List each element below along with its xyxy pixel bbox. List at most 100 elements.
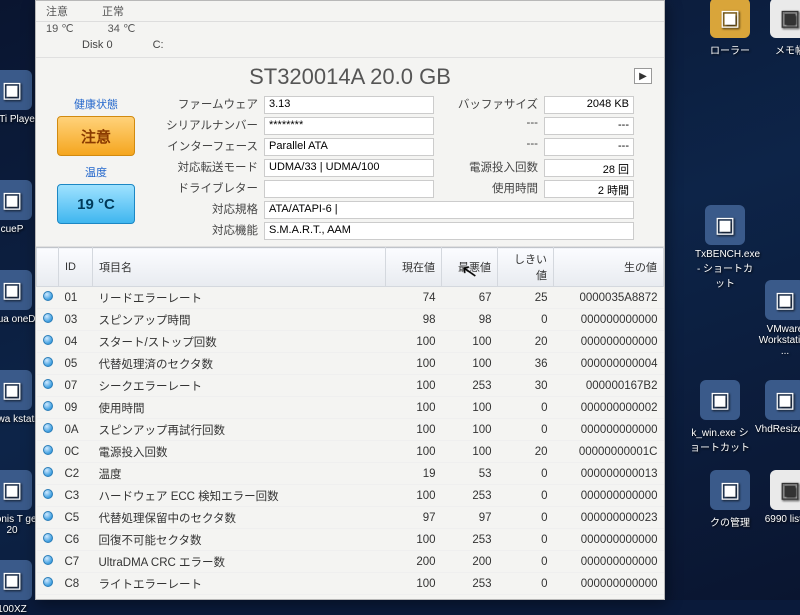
attr-current: 100 (386, 353, 442, 375)
col-raw[interactable]: 生の値 (554, 248, 664, 287)
serial-label: シリアルナンバー (154, 117, 264, 135)
table-row[interactable]: 05代替処理済のセクタ数10010036000000000004 (37, 353, 664, 375)
desktop-icon[interactable]: ▣6990 list.txt (760, 470, 800, 525)
status-dot (37, 507, 59, 529)
attr-threshold: 25 (498, 287, 554, 309)
icon-label: VhdResizerSet... (755, 424, 800, 435)
table-row[interactable]: 04スタート/ストップ回数10010020000000000000 (37, 331, 664, 353)
desktop-icon[interactable]: ▣メモ帳 (760, 0, 800, 57)
status-dot (37, 419, 59, 441)
icon-label: クの管理 (700, 514, 760, 529)
attr-threshold: 0 (498, 507, 554, 529)
status-dot (37, 397, 59, 419)
attr-name: 電源投入回数 (93, 441, 386, 463)
table-row[interactable]: 01リードエラーレート7467250000035A8872 (37, 287, 664, 309)
attr-current: 100 (386, 573, 442, 595)
table-row[interactable]: 0C電源投入回数1001002000000000001C (37, 441, 664, 463)
dash2-label: --- (434, 138, 544, 156)
attr-threshold: 20 (498, 441, 554, 463)
desktop-icon[interactable]: ▣ k_win.exe ショートカット (690, 380, 750, 454)
status-dot (37, 463, 59, 485)
table-row[interactable]: CAデータアドレスマークエラー1002530000000000000 (37, 595, 664, 600)
attr-current: 100 (386, 331, 442, 353)
status-dot (37, 551, 59, 573)
icon-label: 6990 list.txt (760, 514, 800, 525)
attr-id: C8 (59, 573, 93, 595)
icon-label: k_win.exe ショートカット (690, 424, 750, 454)
smart-attributes-table[interactable]: ID 項目名 現在値 最悪値 しきい値 生の値 01リードエラーレート74672… (36, 247, 664, 599)
col-blank[interactable] (37, 248, 59, 287)
table-row[interactable]: C2温度19530000000000013 (37, 463, 664, 485)
attr-current: 100 (386, 375, 442, 397)
health-status-box[interactable]: 注意 (57, 116, 135, 156)
attr-current: 100 (386, 419, 442, 441)
table-row[interactable]: C5代替処理保留中のセクタ数97970000000000023 (37, 507, 664, 529)
attr-worst: 100 (442, 397, 498, 419)
temperature-box[interactable]: 19 °C (57, 184, 135, 224)
status-ok: 正常 (102, 3, 124, 19)
desktop-icon[interactable]: ▣ VhdResizerSet... (755, 380, 800, 435)
table-row[interactable]: C7UltraDMA CRC エラー数2002000000000000000 (37, 551, 664, 573)
attr-raw: 00000000001C (554, 441, 664, 463)
col-name[interactable]: 項目名 (93, 248, 386, 287)
desktop-icon[interactable]: ▣TxBENCH.exe - ショートカット (695, 205, 755, 290)
attr-worst: 100 (442, 353, 498, 375)
attr-threshold: 0 (498, 463, 554, 485)
icon-label: ローラー (700, 42, 760, 57)
attr-raw: 000000000000 (554, 331, 664, 353)
desktop-icon[interactable]: ▣クの管理 (700, 470, 760, 529)
disk-info-window: 注意 正常 19 ℃ 34 ℃ Disk 0 C: ST320014A 20.0… (35, 0, 665, 600)
table-row[interactable]: C3ハードウェア ECC 検知エラー回数1002530000000000000 (37, 485, 664, 507)
col-id[interactable]: ID (59, 248, 93, 287)
file-icon: ▣ (700, 380, 740, 420)
drive-letter-value (264, 180, 434, 198)
col-threshold[interactable]: しきい値 (498, 248, 554, 287)
attr-raw: 0000035A8872 (554, 287, 664, 309)
table-row[interactable]: C8ライトエラーレート1002530000000000000 (37, 573, 664, 595)
drive-model-title: ST320014A 20.0 GB ▶ (36, 58, 664, 92)
play-button[interactable]: ▶ (634, 68, 652, 84)
attr-worst: 200 (442, 551, 498, 573)
file-icon: ▣ (765, 280, 800, 320)
table-row[interactable]: 0Aスピンアップ再試行回数1001000000000000000 (37, 419, 664, 441)
firmware-value: 3.13 (264, 96, 434, 114)
file-icon: ▣ (0, 470, 32, 510)
desktop-icon[interactable]: ▣ ローラー (700, 0, 760, 57)
spec-grid: ファームウェア 3.13 バッファサイズ 2048 KB シリアルナンバー **… (154, 96, 654, 240)
icon-label: メモ帳 (760, 42, 800, 57)
icon-label: 100XZ (0, 604, 42, 615)
file-icon: ▣ (765, 380, 800, 420)
attr-current: 97 (386, 507, 442, 529)
attr-worst: 100 (442, 441, 498, 463)
table-row[interactable]: 09使用時間1001000000000000002 (37, 397, 664, 419)
attr-id: 03 (59, 309, 93, 331)
attr-worst: 100 (442, 331, 498, 353)
poweron-label: 電源投入回数 (434, 159, 544, 177)
attr-worst: 67 (442, 287, 498, 309)
col-worst[interactable]: 最悪値 (442, 248, 498, 287)
features-label: 対応機能 (154, 222, 264, 240)
attr-raw: 000000000000 (554, 485, 664, 507)
summary-panel: 健康状態 注意 温度 19 °C ファームウェア 3.13 バッファサイズ 20… (36, 92, 664, 247)
disk-selector-row[interactable]: Disk 0 C: (36, 37, 664, 58)
attr-current: 98 (386, 309, 442, 331)
attr-threshold: 0 (498, 529, 554, 551)
attr-id: 05 (59, 353, 93, 375)
attr-current: 100 (386, 529, 442, 551)
table-row[interactable]: C6回復不可能セクタ数1002530000000000000 (37, 529, 664, 551)
attr-worst: 97 (442, 507, 498, 529)
table-row[interactable]: 03スピンアップ時間98980000000000000 (37, 309, 664, 331)
attr-worst: 253 (442, 485, 498, 507)
attr-name: 代替処理保留中のセクタ数 (93, 507, 386, 529)
health-label: 健康状態 (46, 96, 146, 112)
col-current[interactable]: 現在値 (386, 248, 442, 287)
attr-raw: 000000000000 (554, 529, 664, 551)
attr-id: C2 (59, 463, 93, 485)
attr-name: 回復不可能セクタ数 (93, 529, 386, 551)
interface-value: Parallel ATA (264, 138, 434, 156)
file-icon: ▣ (710, 0, 750, 38)
table-row[interactable]: 07シークエラーレート10025330000000167B2 (37, 375, 664, 397)
desktop-icon[interactable]: ▣VMware Workstation ... (755, 280, 800, 357)
standard-value: ATA/ATAPI-6 | (264, 201, 634, 219)
file-icon: ▣ (0, 70, 32, 110)
